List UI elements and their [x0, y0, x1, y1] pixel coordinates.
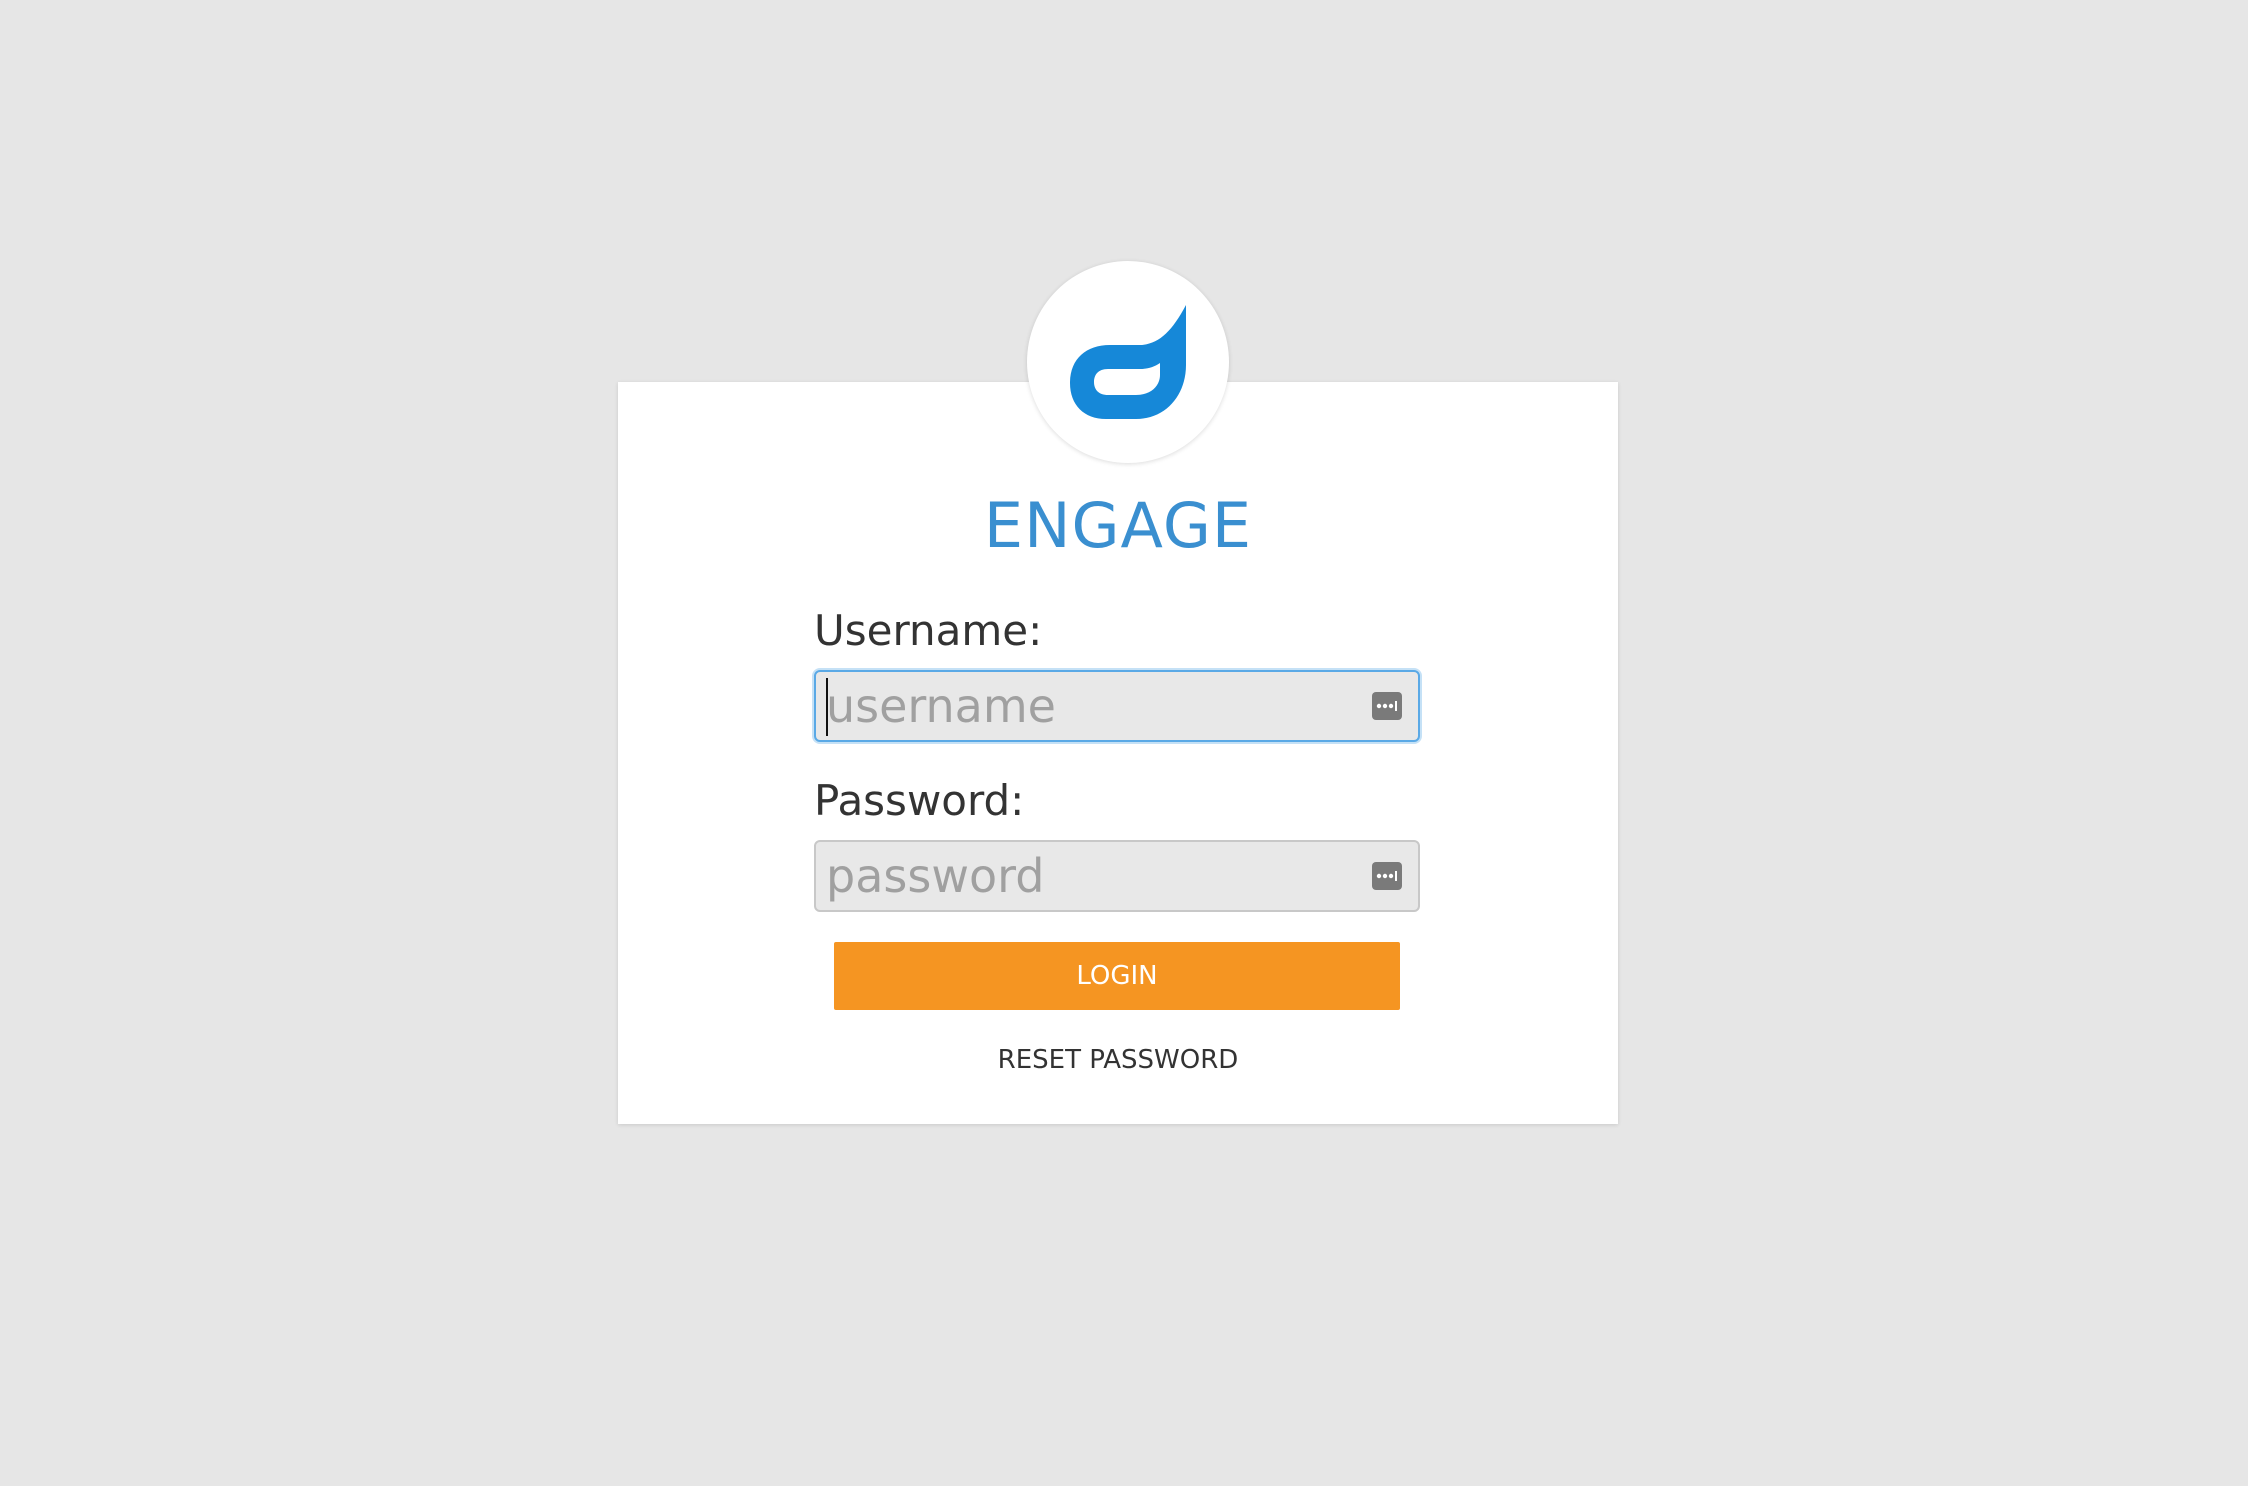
username-input[interactable]: [816, 672, 1418, 740]
username-field[interactable]: [814, 670, 1420, 742]
password-label: Password:: [814, 776, 1025, 825]
app-title: ENGAGE: [983, 489, 1253, 562]
text-caret: [826, 678, 828, 736]
reset-password-link[interactable]: RESET PASSWORD: [618, 1042, 1618, 1078]
logo-badge: [1027, 261, 1229, 463]
engage-logo-icon: [1070, 305, 1186, 419]
password-field[interactable]: [814, 840, 1420, 912]
login-button[interactable]: LOGIN: [834, 942, 1400, 1010]
password-input[interactable]: [816, 842, 1418, 910]
login-page: ENGAGE Username: Password: LOGIN RESET: [0, 0, 2248, 1486]
password-manager-key-icon[interactable]: [1372, 692, 1402, 720]
username-label: Username:: [814, 606, 1043, 655]
password-manager-key-icon[interactable]: [1372, 862, 1402, 890]
